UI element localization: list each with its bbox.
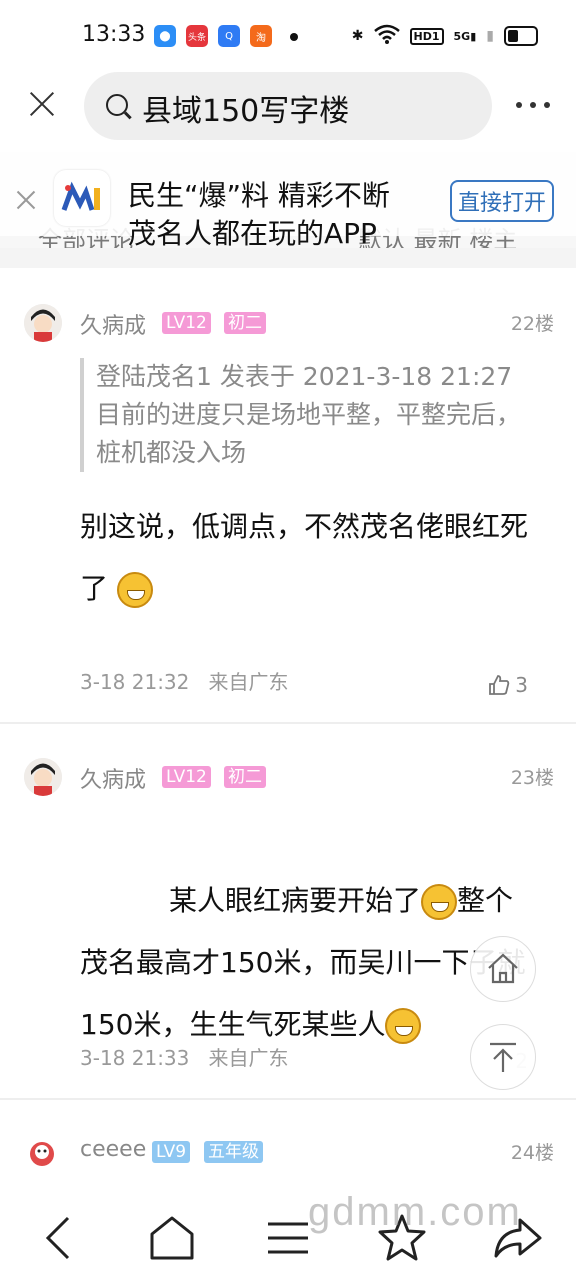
more-options-icon[interactable] bbox=[516, 102, 550, 108]
floor-number: 22楼 bbox=[510, 313, 554, 335]
search-icon bbox=[106, 94, 128, 116]
grin-emoji-icon bbox=[421, 884, 458, 920]
post-location: 来自广东 bbox=[208, 1046, 289, 1070]
app-logo-icon bbox=[54, 170, 110, 226]
search-input[interactable]: 县域150写字楼 bbox=[84, 72, 492, 140]
username[interactable]: 久病成 bbox=[80, 762, 146, 794]
open-app-button[interactable]: 直接打开 bbox=[450, 180, 554, 222]
home-icon bbox=[488, 953, 518, 984]
battery-icon bbox=[504, 26, 538, 46]
post-meta: 3-18 21:33 来自广东 bbox=[80, 1042, 288, 1071]
signal-icon: ▮ bbox=[486, 28, 494, 44]
post-time: 3-18 21:33 bbox=[80, 1046, 190, 1070]
back-to-top-button[interactable] bbox=[470, 1024, 536, 1090]
status-time: 13:33 bbox=[82, 22, 146, 47]
signal-5g-icon: 5G▮ bbox=[453, 29, 477, 43]
username[interactable]: ceeee bbox=[80, 1137, 146, 1162]
wifi-icon bbox=[373, 24, 400, 48]
level-badge: LV12 bbox=[162, 766, 211, 788]
status-bar: 13:33 ⬤ 头条 Q 淘 ✱ HD1 5G▮ ▮ bbox=[0, 0, 576, 72]
rank-badge: 初二 bbox=[224, 312, 266, 334]
status-indicators: ✱ HD1 5G▮ ▮ bbox=[352, 24, 538, 48]
avatar[interactable] bbox=[26, 1136, 58, 1168]
app-notification-icon: ⬤ bbox=[154, 25, 176, 47]
avatar[interactable] bbox=[24, 758, 62, 796]
rank-badge: 初二 bbox=[224, 766, 266, 788]
header-divider bbox=[0, 248, 576, 268]
app-promo-banner[interactable]: 全部评论 默认 最新 楼主 民生“爆”料 精彩不断 茂名人都在玩的APP 直接打… bbox=[0, 152, 576, 248]
home-float-button[interactable] bbox=[470, 936, 536, 1002]
notification-dot-icon bbox=[290, 33, 298, 41]
toutiao-notification-icon: 头条 bbox=[186, 25, 208, 47]
post-time: 3-18 21:32 bbox=[80, 670, 190, 694]
quoted-reply: 登陆茂名1 发表于 2021-3-18 21:27目前的进度只是场地平整，平整完… bbox=[80, 358, 536, 472]
post-location: 来自广东 bbox=[208, 670, 289, 694]
post-divider bbox=[0, 1098, 576, 1100]
post-content: 别这说，低调点，不然茂名佬眼红死了 bbox=[80, 496, 550, 620]
username[interactable]: 久病成 bbox=[80, 308, 146, 340]
floor-number: 23楼 bbox=[510, 767, 554, 789]
search-header: 县域150写字楼 bbox=[0, 72, 576, 152]
banner-subline: 茂名人都在玩的APP bbox=[128, 217, 377, 248]
banner-close-icon[interactable] bbox=[14, 188, 38, 212]
grin-emoji-icon bbox=[385, 1008, 422, 1044]
like-count[interactable]: 3 bbox=[515, 673, 528, 697]
level-badge: LV12 bbox=[162, 312, 211, 334]
search-query-text: 县域150写字楼 bbox=[142, 94, 350, 129]
grin-emoji-icon bbox=[116, 572, 153, 608]
post-meta: 3-18 21:32 来自广东 bbox=[80, 666, 288, 695]
bluetooth-icon: ✱ bbox=[351, 28, 364, 44]
close-icon[interactable] bbox=[24, 86, 60, 122]
floor-number: 24楼 bbox=[510, 1142, 554, 1164]
rank-badge: 五年级 bbox=[204, 1141, 263, 1163]
back-icon[interactable] bbox=[32, 1210, 88, 1266]
home-icon[interactable] bbox=[144, 1210, 200, 1266]
arrow-up-icon bbox=[490, 1042, 516, 1072]
avatar[interactable] bbox=[24, 304, 62, 342]
qq-notification-icon: Q bbox=[218, 25, 240, 47]
level-badge: LV9 bbox=[152, 1141, 191, 1163]
hd-icon: HD1 bbox=[409, 27, 444, 45]
taobao-notification-icon: 淘 bbox=[250, 25, 272, 47]
site-watermark: gdmm.com bbox=[308, 1190, 522, 1234]
thumbs-up-icon[interactable] bbox=[488, 674, 510, 696]
banner-headline: 民生“爆”料 精彩不断 bbox=[128, 179, 390, 212]
post-divider bbox=[0, 722, 576, 724]
